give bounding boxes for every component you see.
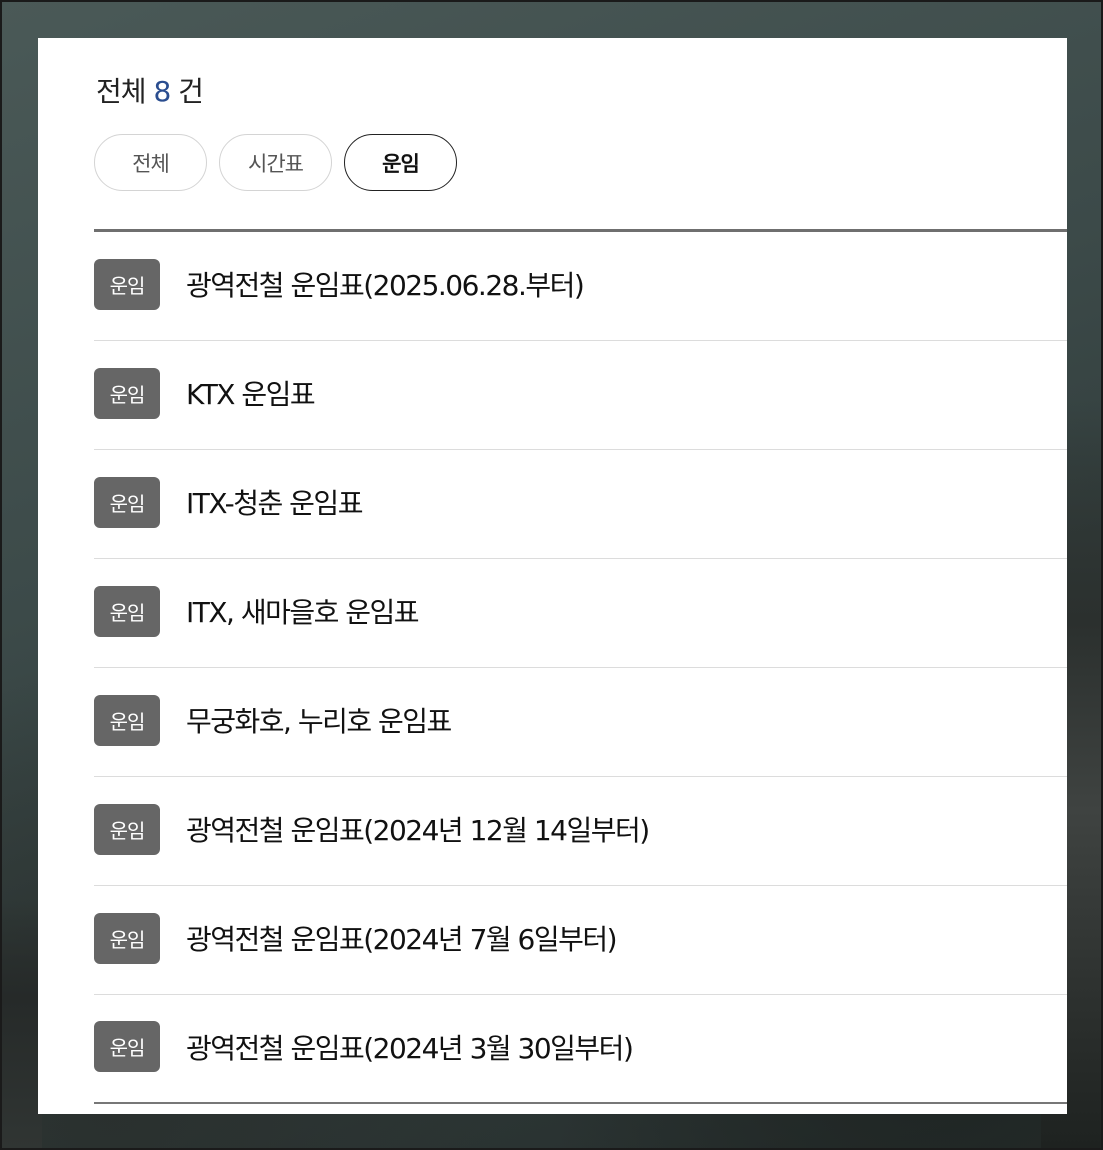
- background-rock-left: [2, 898, 42, 1148]
- results-panel: 전체 8 건 전체 시간표 운임 운임 광역전철 운임표(2025.06.28.…: [38, 38, 1067, 1114]
- category-badge: 운임: [94, 585, 160, 637]
- item-title[interactable]: KTX 운임표: [186, 373, 316, 413]
- category-badge: 운임: [94, 1021, 160, 1072]
- filter-tab-timetable[interactable]: 시간표: [219, 134, 332, 191]
- filter-tabs: 전체 시간표 운임: [94, 134, 457, 191]
- category-badge: 운임: [94, 803, 160, 855]
- category-badge: 운임: [94, 694, 160, 746]
- list-item[interactable]: 운임 광역전철 운임표(2024년 3월 30일부터): [94, 995, 1067, 1104]
- results-list: 운임 광역전철 운임표(2025.06.28.부터) 운임 KTX 운임표 운임…: [94, 232, 1067, 1104]
- item-title[interactable]: 광역전철 운임표(2024년 7월 6일부터): [186, 918, 618, 958]
- category-badge: 운임: [94, 258, 160, 310]
- item-title[interactable]: ITX-청춘 운임표: [186, 482, 363, 522]
- list-item[interactable]: 운임 무궁화호, 누리호 운임표: [94, 668, 1067, 777]
- filter-tab-fare[interactable]: 운임: [344, 134, 457, 191]
- list-item[interactable]: 운임 광역전철 운임표(2024년 7월 6일부터): [94, 886, 1067, 995]
- item-title[interactable]: 무궁화호, 누리호 운임표: [186, 700, 452, 740]
- item-title[interactable]: 광역전철 운임표(2025.06.28.부터): [186, 264, 585, 304]
- item-title[interactable]: 광역전철 운임표(2024년 12월 14일부터): [186, 809, 650, 849]
- category-badge: 운임: [94, 476, 160, 528]
- list-item[interactable]: 운임 광역전철 운임표(2025.06.28.부터): [94, 232, 1067, 341]
- result-count-prefix: 전체: [96, 75, 147, 108]
- filter-tab-all[interactable]: 전체: [94, 134, 207, 191]
- result-count-suffix: 건: [178, 75, 204, 108]
- item-title[interactable]: ITX, 새마을호 운임표: [186, 591, 420, 631]
- category-badge: 운임: [94, 367, 160, 419]
- list-item[interactable]: 운임 ITX-청춘 운임표: [94, 450, 1067, 559]
- list-item[interactable]: 운임 광역전철 운임표(2024년 12월 14일부터): [94, 777, 1067, 886]
- result-count-number: 8: [153, 75, 171, 108]
- result-count: 전체 8 건: [96, 70, 204, 110]
- list-item[interactable]: 운임 ITX, 새마을호 운임표: [94, 559, 1067, 668]
- list-item[interactable]: 운임 KTX 운임표: [94, 341, 1067, 450]
- category-badge: 운임: [94, 912, 160, 964]
- item-title[interactable]: 광역전철 운임표(2024년 3월 30일부터): [186, 1027, 634, 1067]
